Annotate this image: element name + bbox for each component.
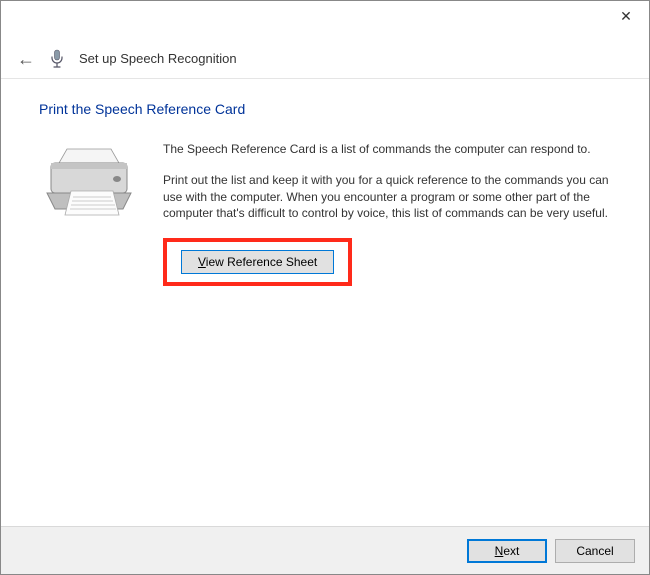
content-area: Print the Speech Reference Card The Spee…: [1, 79, 649, 286]
paragraph-1: The Speech Reference Card is a list of c…: [163, 141, 611, 158]
close-button[interactable]: ✕: [603, 1, 649, 31]
text-column: The Speech Reference Card is a list of c…: [163, 141, 611, 286]
wizard-header: ← Set up Speech Recognition: [1, 39, 649, 79]
page-title: Print the Speech Reference Card: [39, 101, 611, 117]
paragraph-2: Print out the list and keep it with you …: [163, 172, 611, 222]
button-label-rest: ext: [503, 544, 519, 558]
highlight-annotation: View Reference Sheet: [163, 238, 352, 286]
titlebar: ✕: [1, 1, 649, 39]
cancel-button[interactable]: Cancel: [555, 539, 635, 563]
view-reference-sheet-button[interactable]: View Reference Sheet: [181, 250, 334, 274]
content-row: The Speech Reference Card is a list of c…: [39, 141, 611, 286]
wizard-footer: Next Cancel: [1, 526, 649, 574]
printer-icon: [39, 141, 139, 226]
button-label-rest: iew Reference Sheet: [206, 255, 317, 269]
microphone-icon: [49, 49, 65, 69]
mnemonic-underline: V: [198, 255, 206, 269]
wizard-title: Set up Speech Recognition: [79, 51, 237, 66]
back-button[interactable]: ←: [17, 50, 35, 68]
close-icon: ✕: [620, 8, 632, 25]
next-button[interactable]: Next: [467, 539, 547, 563]
